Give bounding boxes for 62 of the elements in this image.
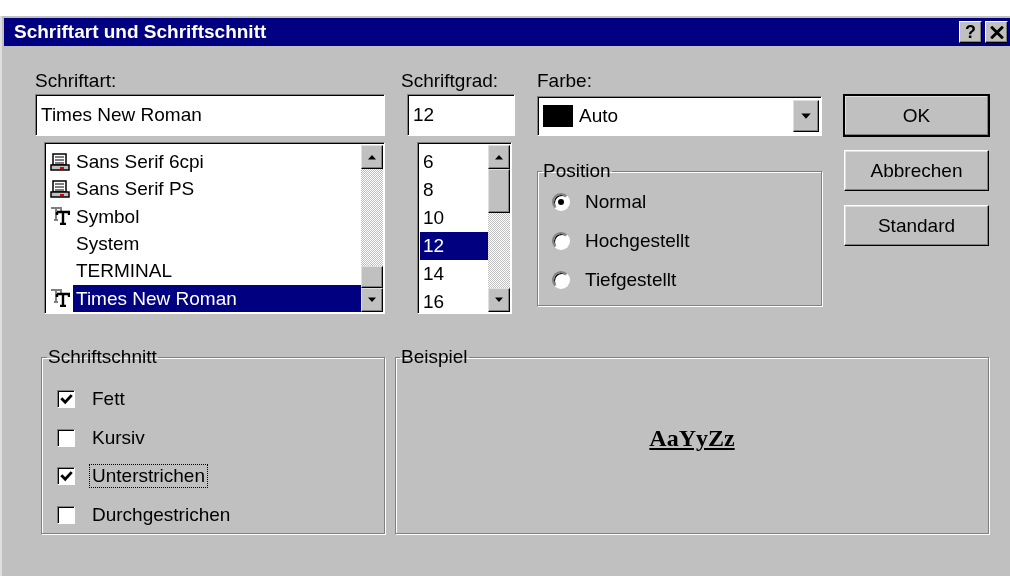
- checkmark-icon: [59, 393, 73, 406]
- font-list-item[interactable]: TERMINAL: [73, 257, 176, 285]
- color-label: Farbe:: [537, 70, 593, 92]
- radio-button[interactable]: [552, 270, 570, 289]
- checkbox[interactable]: [57, 428, 75, 447]
- close-icon: [989, 25, 1004, 39]
- size-list-item[interactable]: 16: [420, 288, 488, 316]
- dialog-button[interactable]: OK: [844, 95, 989, 136]
- truetype-icon: [50, 207, 70, 226]
- radio-label[interactable]: Tiefgestellt: [582, 267, 680, 292]
- radio-button[interactable]: [552, 231, 570, 250]
- size-list-item[interactable]: 8: [420, 176, 488, 204]
- checkbox-label[interactable]: Kursiv: [89, 425, 148, 450]
- font-list-item[interactable]: Symbol: [73, 202, 143, 230]
- checkmark-icon: [59, 470, 73, 483]
- font-label: Schriftart:: [35, 70, 118, 92]
- size-list-item[interactable]: 14: [420, 260, 488, 288]
- checkbox[interactable]: [57, 505, 75, 524]
- scroll-thumb[interactable]: [488, 169, 510, 213]
- truetype-icon: [50, 289, 70, 308]
- up-arrow-icon: [494, 154, 504, 160]
- scroll-thumb[interactable]: [361, 266, 383, 288]
- scrollbar[interactable]: [361, 145, 383, 312]
- dialog-button[interactable]: Abbrechen: [844, 150, 989, 191]
- printer-icon: [50, 180, 70, 198]
- font-name-field[interactable]: Times New Roman: [35, 94, 385, 136]
- radio-label[interactable]: Hochgestellt: [582, 228, 693, 253]
- font-list-item[interactable]: Sans Serif 6cpi: [73, 148, 207, 176]
- group-title: Position: [542, 160, 612, 182]
- checkbox-label[interactable]: Fett: [89, 387, 128, 412]
- up-arrow-icon: [367, 154, 377, 160]
- group-title: Schriftschnitt: [47, 346, 158, 368]
- printer-icon: [50, 152, 70, 171]
- font-list-item[interactable]: Times New Roman: [73, 284, 361, 312]
- size-list-item[interactable]: 12: [420, 232, 488, 260]
- scroll-up-button[interactable]: [488, 145, 510, 169]
- close-button[interactable]: [985, 21, 1008, 43]
- scroll-up-button[interactable]: [361, 145, 383, 169]
- radio-label[interactable]: Normal: [582, 189, 650, 214]
- preview-text: AaYyZz: [649, 425, 735, 452]
- down-arrow-icon: [367, 297, 377, 303]
- dialog-button[interactable]: Standard: [844, 205, 989, 246]
- scrollbar[interactable]: [488, 145, 510, 312]
- scroll-down-button[interactable]: [488, 288, 510, 312]
- font-list-item[interactable]: System: [73, 230, 143, 258]
- radio-button[interactable]: [552, 192, 570, 211]
- checkbox[interactable]: [57, 467, 75, 486]
- checkbox-label[interactable]: Durchgestrichen: [89, 502, 234, 527]
- down-arrow-icon: [494, 297, 504, 303]
- color-dropdown[interactable]: Auto: [537, 96, 822, 136]
- window-title: Schriftart und Schriftschnitt: [14, 21, 267, 43]
- group-title: Beispiel: [400, 346, 469, 368]
- help-button[interactable]: ?: [959, 21, 982, 43]
- size-list-item[interactable]: 10: [420, 204, 488, 232]
- checkbox-label[interactable]: Unterstrichen: [89, 464, 208, 489]
- checkbox[interactable]: [57, 390, 75, 409]
- font-list-item[interactable]: Sans Serif PS: [73, 175, 198, 203]
- size-field[interactable]: 12: [407, 94, 515, 136]
- dropdown-arrow-icon: [800, 112, 812, 120]
- size-label: Schriftgrad:: [401, 70, 500, 92]
- scroll-down-button[interactable]: [361, 288, 383, 312]
- size-list-item[interactable]: 6: [420, 148, 488, 176]
